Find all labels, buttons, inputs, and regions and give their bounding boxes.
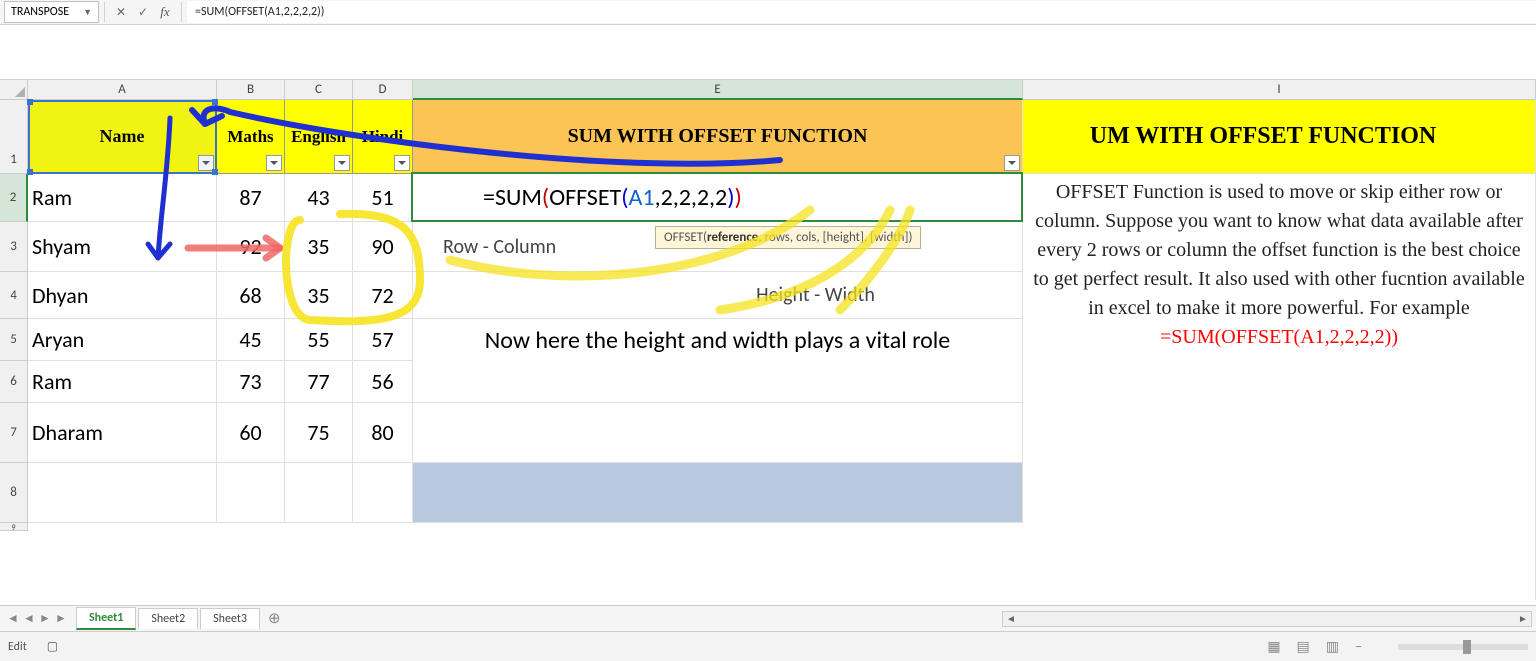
cell-C7[interactable]: 75	[285, 403, 353, 463]
cell-A2[interactable]: Ram	[28, 174, 217, 222]
cell-D2[interactable]: 51	[353, 174, 413, 222]
function-tooltip[interactable]: OFFSET(reference, rows, cols, [height], …	[655, 226, 921, 249]
sheet-tab-2[interactable]: Sheet2	[138, 608, 198, 629]
name-box-dropdown-icon[interactable]: ▼	[83, 7, 92, 18]
tab-nav-buttons[interactable]: ◄◄►►	[0, 611, 74, 626]
cell-E5[interactable]: Now here the height and width plays a vi…	[413, 319, 1023, 361]
cell-E6[interactable]	[413, 361, 1023, 403]
cell-D5[interactable]: 57	[353, 319, 413, 361]
cells-area: Name Maths English Hindi SUM WITH OFFSET…	[28, 100, 1536, 523]
cell-E7[interactable]	[413, 403, 1023, 463]
zoom-out-icon[interactable]: −	[1355, 638, 1362, 655]
view-page-break-icon[interactable]: ▥	[1326, 638, 1339, 655]
zoom-slider[interactable]	[1398, 644, 1528, 650]
row-header-3[interactable]: 3	[0, 222, 28, 272]
row-header-6[interactable]: 6	[0, 361, 28, 403]
col-header-E[interactable]: E	[413, 80, 1023, 100]
cell-B6[interactable]: 73	[217, 361, 285, 403]
scroll-left-icon[interactable]: ◄	[1003, 612, 1019, 626]
col-header-B[interactable]: B	[217, 80, 285, 100]
cell-B3[interactable]: 92	[217, 222, 285, 272]
cell-A6[interactable]: Ram	[28, 361, 217, 403]
cell-B5[interactable]: 45	[217, 319, 285, 361]
cell-A8[interactable]	[28, 463, 217, 523]
cell-B8[interactable]	[217, 463, 285, 523]
cancel-icon: ✕	[116, 5, 126, 19]
view-normal-icon[interactable]: ▦	[1267, 638, 1280, 655]
sheet-tab-1[interactable]: Sheet1	[76, 607, 136, 630]
row-header-4[interactable]: 4	[0, 272, 28, 319]
cell-C5[interactable]: 55	[285, 319, 353, 361]
row-headers: 1 2 3 4 5 6 7 8 9	[0, 100, 28, 531]
worksheet-grid[interactable]: A B C D E I 1 2 3 4 5 6 7 8 9 Name Maths…	[0, 80, 1536, 600]
sheet-tab-3[interactable]: Sheet3	[200, 608, 260, 629]
cell-B7[interactable]: 60	[217, 403, 285, 463]
filter-icon[interactable]	[394, 155, 410, 171]
cell-D4[interactable]: 72	[353, 272, 413, 319]
cell-B2[interactable]: 87	[217, 174, 285, 222]
cell-D8[interactable]	[353, 463, 413, 523]
row-header-2[interactable]: 2	[0, 174, 28, 222]
col-header-I[interactable]: I	[1023, 80, 1536, 100]
separator	[104, 2, 105, 22]
cell-C2[interactable]: 43	[285, 174, 353, 222]
status-bar: Edit ▢ ▦ ▤ ▥ −	[0, 631, 1536, 661]
filter-icon[interactable]	[1004, 155, 1020, 171]
macro-record-icon[interactable]: ▢	[47, 639, 58, 654]
example-formula: =SUM(OFFSET(A1,2,2,2,2))	[1160, 326, 1398, 348]
view-page-layout-icon[interactable]: ▤	[1297, 638, 1310, 655]
zoom-handle[interactable]	[1463, 640, 1471, 654]
separator	[181, 2, 182, 22]
filter-icon[interactable]	[266, 155, 282, 171]
col-header-A[interactable]: A	[28, 80, 217, 100]
cell-A7[interactable]: Dharam	[28, 403, 217, 463]
cell-C8[interactable]	[285, 463, 353, 523]
status-mode: Edit	[8, 640, 27, 654]
scroll-right-icon[interactable]: ►	[1515, 612, 1531, 626]
enter-button[interactable]: ✓	[132, 1, 154, 23]
cell-E2-editing[interactable]: =SUM(OFFSET(A1,2,2,2,2))	[411, 172, 1023, 222]
fx-button[interactable]: fx	[154, 4, 176, 20]
cell-A3[interactable]: Shyam	[28, 222, 217, 272]
row-header-8[interactable]: 8	[0, 463, 28, 523]
col-header-D[interactable]: D	[353, 80, 413, 100]
column-headers: A B C D E I	[28, 80, 1536, 100]
reference-highlight-A1	[28, 100, 217, 174]
row-header-7[interactable]: 7	[0, 403, 28, 463]
name-box-value: TRANSPOSE	[11, 5, 69, 19]
cell-I1[interactable]: UM WITH OFFSET FUNCTION	[1023, 100, 1536, 174]
check-icon: ✓	[138, 5, 148, 19]
cell-B1[interactable]: Maths	[217, 100, 285, 174]
cell-I-body[interactable]: OFFSET Function is used to move or skip …	[1023, 174, 1536, 600]
select-all-cells[interactable]	[0, 80, 28, 100]
cell-E4[interactable]: Height - Width	[413, 272, 1023, 319]
cell-D7[interactable]: 80	[353, 403, 413, 463]
row-header-9[interactable]: 9	[0, 523, 28, 531]
add-sheet-button[interactable]: ⊕	[268, 609, 281, 628]
name-box[interactable]: TRANSPOSE ▼	[4, 1, 99, 23]
cell-D3[interactable]: 90	[353, 222, 413, 272]
cell-C1[interactable]: English	[285, 100, 353, 174]
horizontal-scrollbar[interactable]: ◄ ►	[1002, 611, 1532, 627]
filter-icon[interactable]	[334, 155, 350, 171]
cell-E8[interactable]	[413, 463, 1023, 523]
ribbon-area	[0, 25, 1536, 80]
cell-E1[interactable]: SUM WITH OFFSET FUNCTION	[413, 100, 1023, 174]
cell-A5[interactable]: Aryan	[28, 319, 217, 361]
sheet-tab-bar: ◄◄►► Sheet1 Sheet2 Sheet3 ⊕ ◄ ►	[0, 605, 1536, 631]
cell-A4[interactable]: Dhyan	[28, 272, 217, 319]
cell-B4[interactable]: 68	[217, 272, 285, 319]
formula-bar: TRANSPOSE ▼ ✕ ✓ fx =SUM(OFFSET(A1,2,2,2,…	[0, 0, 1536, 25]
cell-C3[interactable]: 35	[285, 222, 353, 272]
cancel-button[interactable]: ✕	[110, 1, 132, 23]
row-header-1[interactable]: 1	[0, 100, 28, 174]
cell-D1[interactable]: Hindi	[353, 100, 413, 174]
formula-text-input[interactable]: =SUM(OFFSET(A1,2,2,2,2))	[187, 1, 1536, 23]
cell-C4[interactable]: 35	[285, 272, 353, 319]
col-header-C[interactable]: C	[285, 80, 353, 100]
cell-D6[interactable]: 56	[353, 361, 413, 403]
row-header-5[interactable]: 5	[0, 319, 28, 361]
cell-C6[interactable]: 77	[285, 361, 353, 403]
